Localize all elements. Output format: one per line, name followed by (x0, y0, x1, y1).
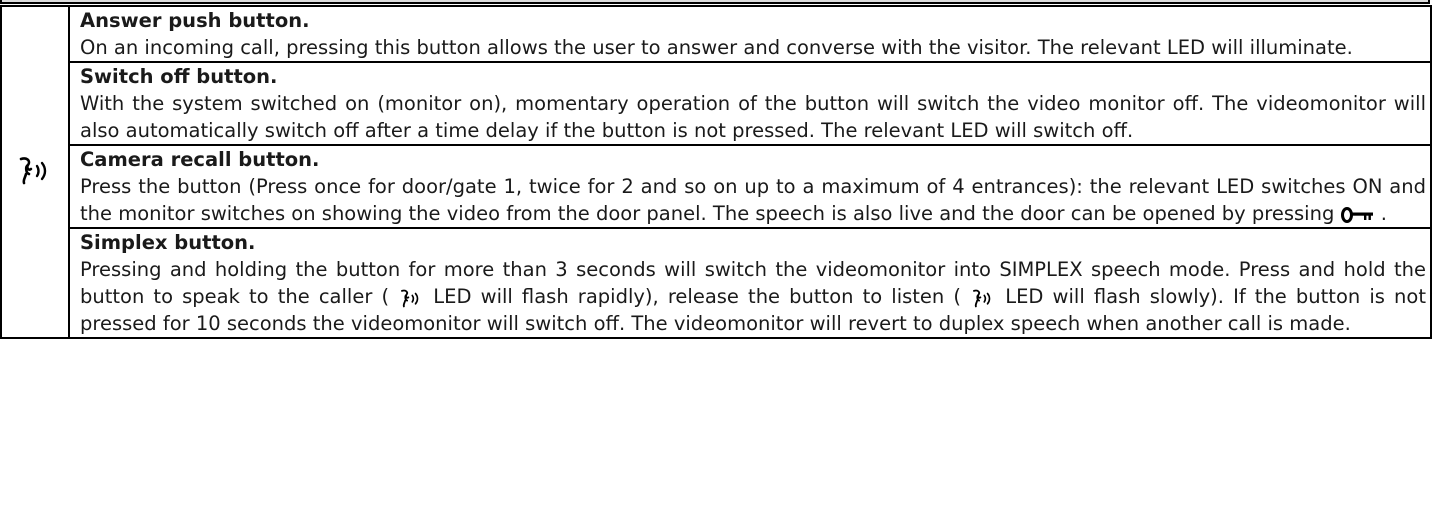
section-title: Switch off button. (80, 65, 278, 88)
table-row: Simplex button. Pressing and holding the… (1, 227, 1432, 339)
section-title: Simplex button. (80, 231, 256, 254)
section-switch-off: Switch off button. With the system switc… (68, 61, 1432, 146)
section-title: Camera recall button. (80, 148, 320, 171)
table-row: Answer push button. On an incoming call,… (0, 5, 1432, 339)
section-body: Press the button (Press once for door/ga… (80, 173, 1426, 227)
table-row: Switch off button. With the system switc… (1, 61, 1432, 146)
button-description-table: Answer push button. On an incoming call,… (0, 5, 1432, 339)
section-body: Pressing and holding the button for more… (80, 256, 1426, 337)
table-header-strip (0, 0, 1430, 4)
door-key-icon (1340, 206, 1373, 223)
section-body: With the system switched on (monitor on)… (80, 92, 1426, 142)
section-title: Answer push button. (80, 9, 310, 32)
body-text: . (1374, 202, 1387, 225)
speech-handset-icon (973, 289, 991, 307)
section-body: On an incoming call, pressing this butto… (80, 36, 1353, 59)
icon-cell (0, 5, 70, 339)
speech-handset-icon (19, 157, 47, 185)
section-camera-recall: Camera recall button. Press the button (… (68, 144, 1432, 229)
table-row: Camera recall button. Press the button (… (1, 144, 1432, 229)
speech-handset-icon (401, 289, 419, 307)
section-answer: Answer push button. On an incoming call,… (68, 5, 1432, 63)
section-simplex: Simplex button. Pressing and holding the… (68, 227, 1432, 339)
body-text: LED will flash rapidly), release the but… (424, 285, 971, 308)
body-text: Press the button (Press once for door/ga… (80, 175, 1426, 225)
document-page: Answer push button. On an incoming call,… (0, 0, 1432, 526)
